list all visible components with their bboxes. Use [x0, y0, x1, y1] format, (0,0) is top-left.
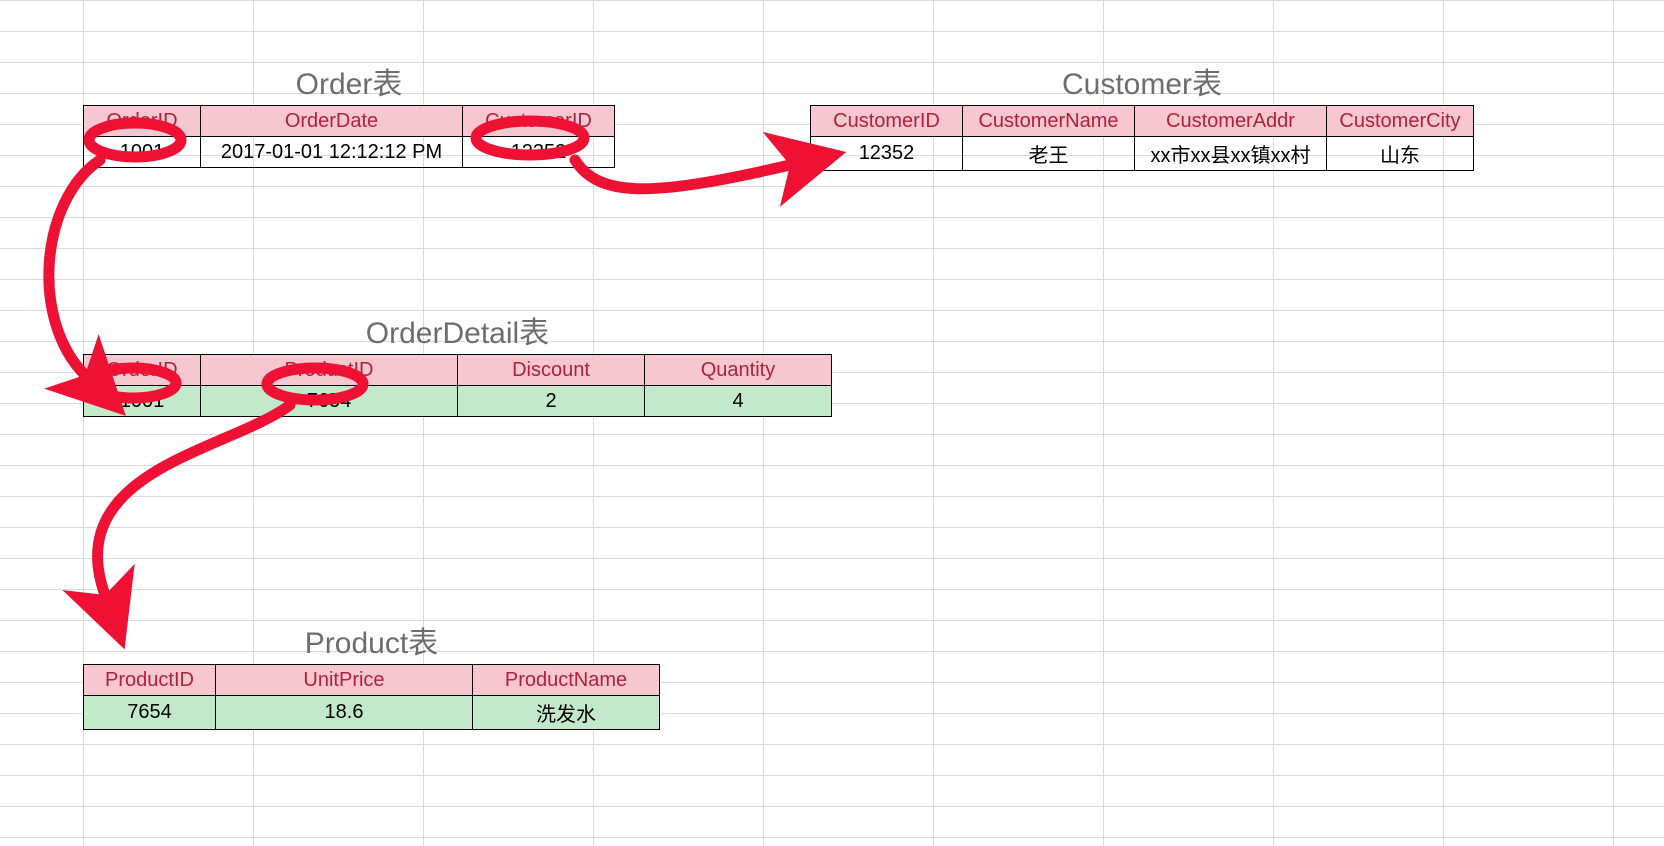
customer-col-name[interactable]: CustomerName — [963, 106, 1135, 137]
product-cell-id[interactable]: 7654 — [84, 696, 216, 730]
order-table-title: Order表 — [83, 59, 615, 103]
customer-table: Customer表 CustomerID CustomerName Custom… — [810, 59, 1474, 171]
product-cell-price[interactable]: 18.6 — [216, 696, 473, 730]
customer-cell-id[interactable]: 12352 — [811, 137, 963, 171]
orderdetail-cell-discount[interactable]: 2 — [458, 386, 645, 417]
customer-col-id[interactable]: CustomerID — [811, 106, 963, 137]
order-col-custid[interactable]: CustomerID — [463, 106, 615, 137]
orderdetail-col-quantity[interactable]: Quantity — [645, 355, 832, 386]
customer-col-addr[interactable]: CustomerAddr — [1135, 106, 1327, 137]
order-cell-orderdate[interactable]: 2017-01-01 12:12:12 PM — [201, 137, 463, 168]
orderdetail-cell-orderid[interactable]: 1001 — [84, 386, 201, 417]
orderdetail-table-title: OrderDetail表 — [83, 308, 832, 352]
product-col-price[interactable]: UnitPrice — [216, 665, 473, 696]
order-cell-orderid[interactable]: 1001 — [84, 137, 201, 168]
orderdetail-col-orderid[interactable]: OrderID — [84, 355, 201, 386]
product-col-id[interactable]: ProductID — [84, 665, 216, 696]
order-row[interactable]: 1001 2017-01-01 12:12:12 PM 12352 — [84, 137, 615, 168]
customer-row[interactable]: 12352 老王 xx市xx县xx镇xx村 山东 — [811, 137, 1474, 171]
orderdetail-col-discount[interactable]: Discount — [458, 355, 645, 386]
customer-table-title: Customer表 — [810, 59, 1474, 103]
customer-col-city[interactable]: CustomerCity — [1327, 106, 1474, 137]
customer-cell-city[interactable]: 山东 — [1327, 137, 1474, 171]
order-table: Order表 OrderID OrderDate CustomerID 1001… — [83, 59, 615, 168]
product-row[interactable]: 7654 18.6 洗发水 — [84, 696, 660, 730]
orderdetail-table: OrderDetail表 OrderID ProductID Discount … — [83, 308, 832, 417]
customer-cell-name[interactable]: 老王 — [963, 137, 1135, 171]
orderdetail-cell-quantity[interactable]: 4 — [645, 386, 832, 417]
product-cell-name[interactable]: 洗发水 — [473, 696, 660, 730]
product-table-title: Product表 — [83, 618, 660, 662]
orderdetail-cell-prodid[interactable]: 7654 — [201, 386, 458, 417]
product-table: Product表 ProductID UnitPrice ProductName… — [83, 618, 660, 730]
orderdetail-col-prodid[interactable]: ProductID — [201, 355, 458, 386]
product-col-name[interactable]: ProductName — [473, 665, 660, 696]
order-cell-custid[interactable]: 12352 — [463, 137, 615, 168]
order-col-orderid[interactable]: OrderID — [84, 106, 201, 137]
orderdetail-row[interactable]: 1001 7654 2 4 — [84, 386, 832, 417]
customer-cell-addr[interactable]: xx市xx县xx镇xx村 — [1135, 137, 1327, 171]
order-col-orderdate[interactable]: OrderDate — [201, 106, 463, 137]
